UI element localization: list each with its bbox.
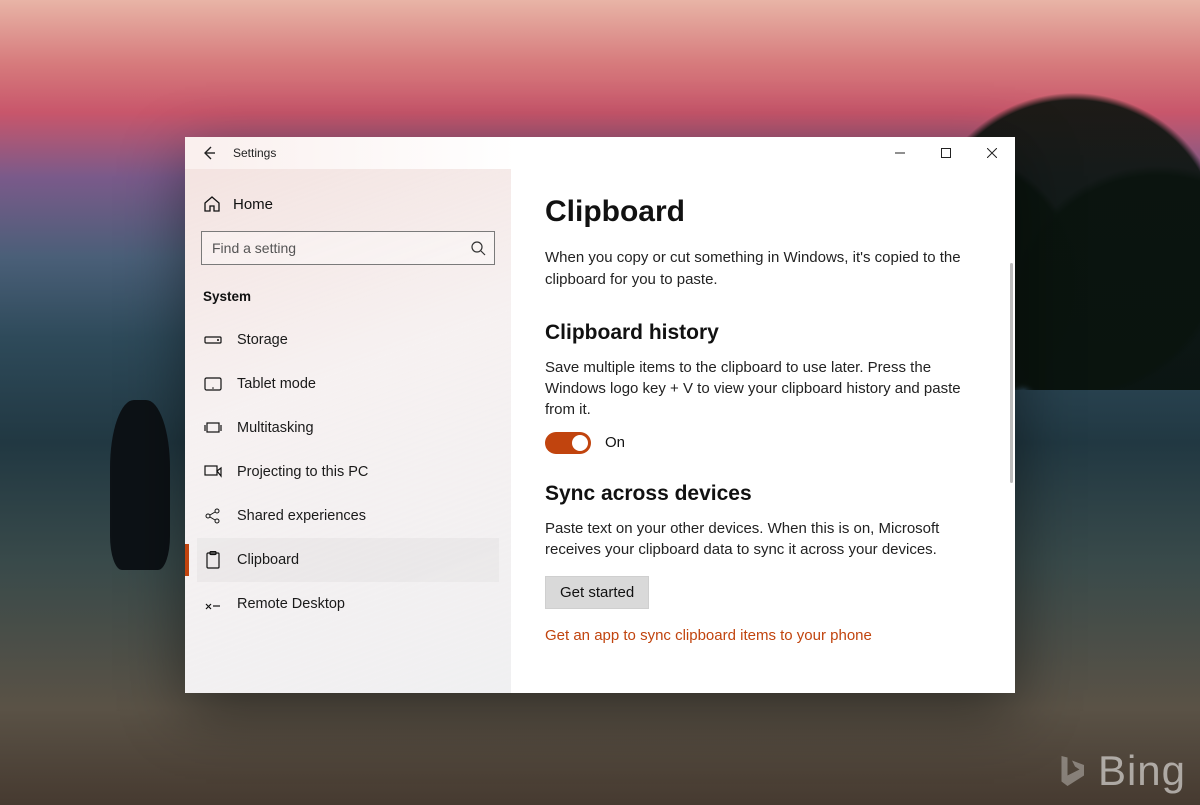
shared-icon [203,508,223,524]
sidebar-item-label: Storage [237,332,288,348]
sidebar-nav: Storage Tablet mode Multitasking [197,318,499,626]
sidebar-item-storage[interactable]: Storage [197,318,499,362]
remote-icon [203,597,223,611]
sidebar-section-title: System [197,283,499,318]
page-title: Clipboard [545,195,981,229]
multitasking-icon [203,421,223,435]
sidebar-item-multitasking[interactable]: Multitasking [197,406,499,450]
history-toggle-label: On [605,434,625,451]
tablet-icon [203,377,223,391]
sidebar: Home System Storage [185,169,511,693]
get-started-button[interactable]: Get started [545,576,649,609]
history-desc: Save multiple items to the clipboard to … [545,357,975,420]
bing-watermark: Bing [1054,747,1186,795]
maximize-button[interactable] [923,137,969,169]
history-toggle[interactable] [545,432,591,454]
sidebar-item-label: Tablet mode [237,376,316,392]
sidebar-item-label: Projecting to this PC [237,464,368,480]
home-nav[interactable]: Home [197,187,499,229]
desktop-wallpaper: Settings Home [0,0,1200,805]
search-box[interactable] [201,231,495,265]
search-icon [470,240,486,256]
close-button[interactable] [969,137,1015,169]
arrow-left-icon [201,145,217,161]
projecting-icon [203,465,223,479]
sidebar-item-tablet[interactable]: Tablet mode [197,362,499,406]
home-label: Home [233,196,273,213]
sidebar-item-remote[interactable]: Remote Desktop [197,582,499,626]
minimize-button[interactable] [877,137,923,169]
window-title: Settings [233,146,276,160]
wallpaper-silhouette [110,400,170,570]
sync-heading: Sync across devices [545,482,981,506]
history-heading: Clipboard history [545,321,981,345]
home-icon [203,195,221,213]
search-input[interactable] [212,240,470,256]
toggle-knob [572,435,588,451]
maximize-icon [941,148,951,158]
sync-app-link[interactable]: Get an app to sync clipboard items to yo… [545,627,872,644]
settings-window: Settings Home [185,137,1015,693]
sync-desc: Paste text on your other devices. When t… [545,518,975,560]
bing-logo-icon [1054,753,1090,789]
clipboard-icon [203,551,223,569]
back-button[interactable] [185,137,233,169]
bing-watermark-text: Bing [1098,747,1186,795]
sidebar-item-label: Remote Desktop [237,596,345,612]
sidebar-item-label: Shared experiences [237,508,366,524]
close-icon [987,148,997,158]
main-content: Clipboard When you copy or cut something… [511,169,1015,693]
sidebar-item-projecting[interactable]: Projecting to this PC [197,450,499,494]
sidebar-item-clipboard[interactable]: Clipboard [197,538,499,582]
sidebar-item-label: Multitasking [237,420,314,436]
minimize-icon [895,148,905,158]
scrollbar[interactable] [1010,263,1013,483]
sidebar-item-shared[interactable]: Shared experiences [197,494,499,538]
storage-icon [203,334,223,346]
intro-text: When you copy or cut something in Window… [545,247,975,291]
sidebar-item-label: Clipboard [237,552,299,568]
titlebar[interactable]: Settings [185,137,1015,169]
window-controls [877,137,1015,169]
